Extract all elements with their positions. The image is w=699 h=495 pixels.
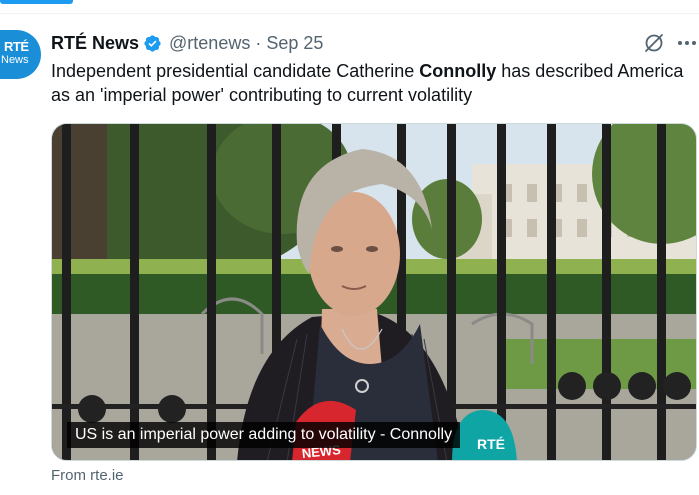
card-source-link[interactable]: From rte.ie — [51, 467, 124, 484]
media-card[interactable]: NEWS RTÉ US is an imperial power adding … — [51, 123, 697, 461]
tweet-text-bold: Connolly — [419, 61, 497, 81]
mic-label-rte: RTÉ — [477, 436, 505, 452]
tweet-text-part1: Independent presidential candidate Cathe… — [51, 61, 420, 81]
dot-separator: · — [255, 32, 262, 53]
tab-active-indicator — [0, 0, 73, 4]
author-display-name[interactable]: RTÉ News — [51, 33, 139, 54]
more-icon[interactable] — [676, 33, 698, 53]
author-handle[interactable]: @rtenews — [169, 33, 250, 54]
avatar[interactable]: RTÉ News — [0, 30, 41, 79]
tweet-text: Independent presidential candidate Cathe… — [51, 59, 691, 107]
avatar-text-line1: RTÉ — [4, 39, 29, 54]
avatar-text-line2: News — [1, 54, 29, 66]
divider — [0, 13, 699, 14]
video-frame-image: NEWS RTÉ — [52, 124, 696, 460]
tweet-header: RTÉ News @rtenews · Sep 25 — [51, 31, 323, 55]
grok-icon[interactable] — [643, 32, 665, 54]
verified-badge-icon — [144, 34, 161, 52]
tweet-timestamp[interactable]: Sep 25 — [266, 33, 323, 54]
video-caption: US is an imperial power adding to volati… — [67, 422, 461, 448]
